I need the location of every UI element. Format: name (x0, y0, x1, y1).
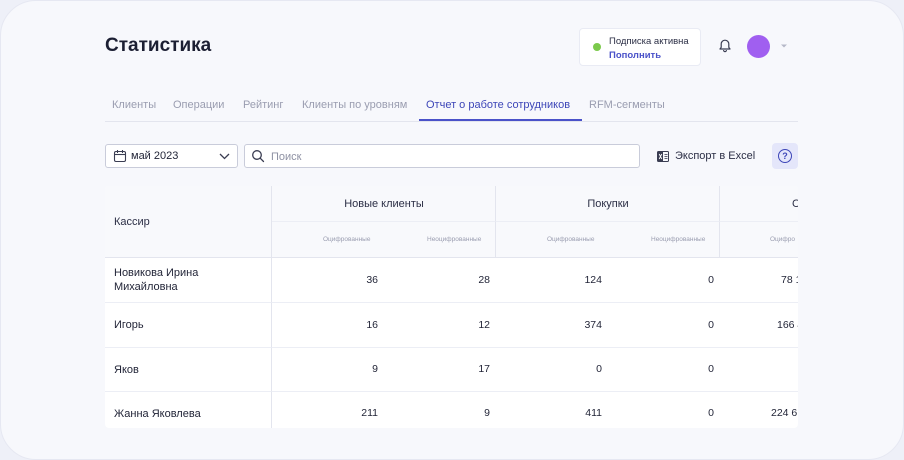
tab-operations[interactable]: Операции (173, 99, 224, 111)
tab-clients[interactable]: Клиенты (112, 99, 156, 111)
table-row: Новикова Ирина Михайловна (105, 258, 272, 303)
excel-icon (657, 151, 669, 162)
bell-icon[interactable] (717, 38, 733, 54)
export-label: Экспорт в Excel (675, 150, 756, 162)
chevron-down-icon (219, 153, 230, 160)
subheader-cell: Неоцифрованные (384, 222, 496, 258)
status-dot-icon (593, 43, 601, 51)
help-button[interactable]: ? (772, 143, 798, 169)
cashier-header: Кассир (114, 216, 150, 228)
row-values: 16 12 374 0 166 4 (272, 303, 798, 348)
top-up-link[interactable]: Пополнить (609, 50, 661, 61)
tab-bar: Клиенты Операции Рейтинг Клиенты по уров… (105, 91, 798, 122)
subheader-cell: Оцифрованные (272, 222, 384, 258)
cashier-name: Новикова Ирина Михайловна (114, 267, 199, 293)
row-values: 211 9 411 0 224 6 (361, 407, 798, 419)
tab-employee-report[interactable]: Отчет о работе сотрудников (426, 99, 570, 111)
tab-rfm-segments[interactable]: RFM-сегменты (589, 99, 665, 111)
search-box (244, 144, 640, 168)
cashier-header-cell: Кассир (105, 186, 272, 258)
question-icon: ? (778, 149, 792, 163)
group-header-new-clients: Новые клиенты (272, 186, 496, 222)
group-header-purchases: Покупки (496, 186, 720, 222)
date-value: май 2023 (131, 150, 179, 162)
cashier-name: Игорь (114, 319, 144, 331)
subheader-cell: Неоцифрованные (608, 222, 720, 258)
search-icon (252, 150, 265, 163)
search-input[interactable] (269, 147, 633, 167)
cashier-name: Яков (114, 364, 139, 376)
avatar[interactable] (747, 35, 770, 58)
page-title: Статистика (105, 35, 212, 56)
employee-report-table: Кассир Новые клиенты Покупки С Оцифрован… (105, 186, 798, 428)
subheader-cell: Оцифрованные (496, 222, 608, 258)
active-tab-indicator (419, 119, 582, 121)
cashier-name: Жанна Яковлева (114, 408, 201, 420)
calendar-icon (113, 150, 127, 163)
tab-rating[interactable]: Рейтинг (243, 99, 283, 111)
row-values: 9 17 0 0 (272, 348, 798, 392)
subscription-card: Подписка активна Пополнить (579, 28, 701, 66)
caret-down-icon[interactable] (780, 43, 788, 49)
app-window: Статистика Подписка активна Пополнить Кл… (0, 0, 904, 460)
table-row: Жанна Яковлева (105, 392, 272, 428)
tab-clients-by-level[interactable]: Клиенты по уровням (302, 99, 407, 111)
table-row: Яков (105, 348, 272, 392)
date-select[interactable]: май 2023 (105, 144, 238, 168)
table-row: Игорь (105, 303, 272, 348)
group-header-sum: С (720, 186, 798, 222)
row-values: 36 28 124 0 78 1! (272, 258, 798, 303)
subheader-cell: Оцифро (720, 222, 798, 258)
subscription-status: Подписка активна (609, 36, 689, 47)
